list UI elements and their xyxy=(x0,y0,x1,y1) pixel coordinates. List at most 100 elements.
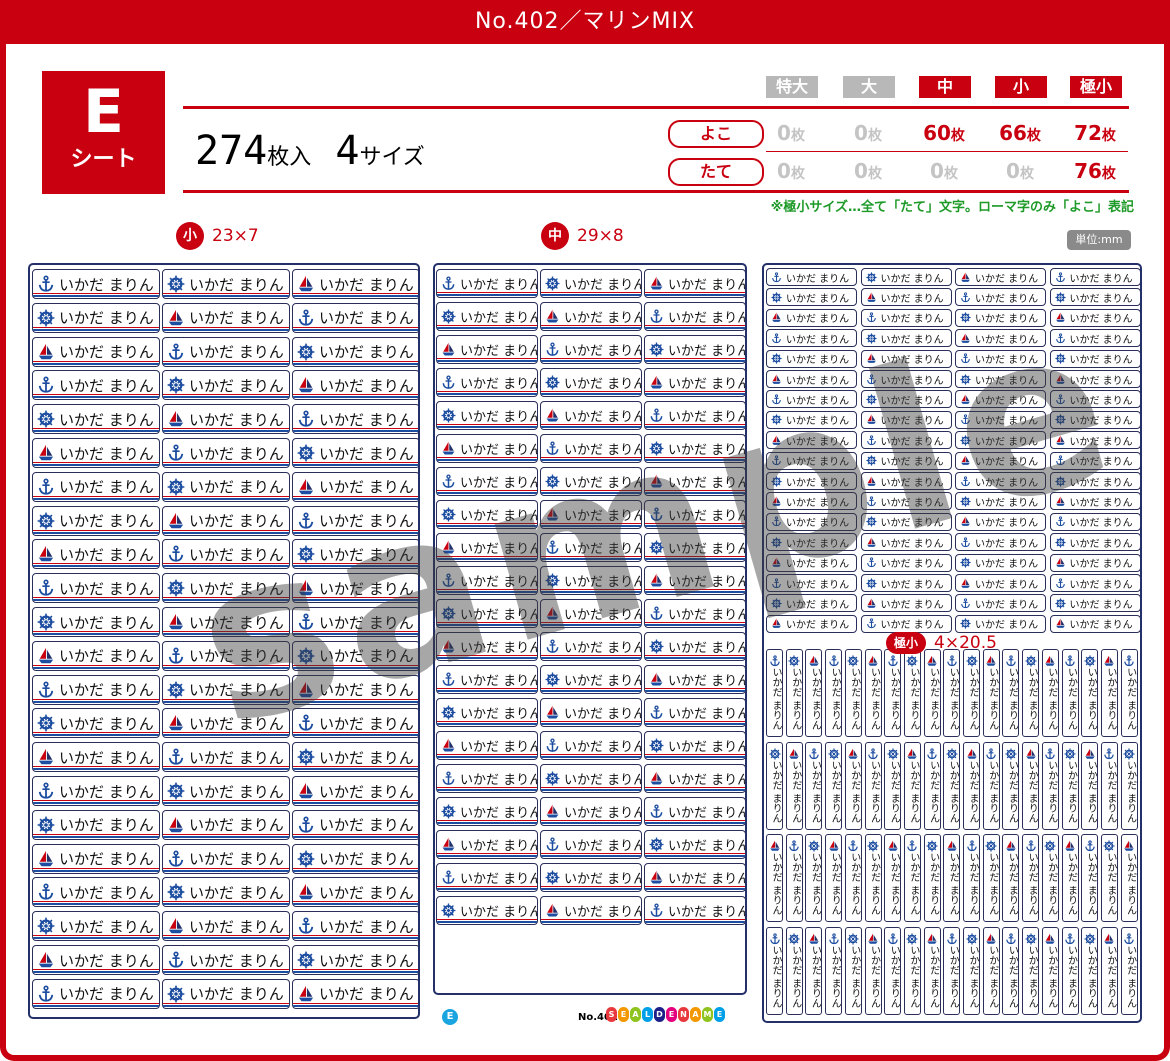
label-name-text: いかだ まりん xyxy=(319,410,414,429)
label-name-text: いかだ まりん xyxy=(975,273,1039,285)
anchor-icon xyxy=(295,917,317,935)
label-stripe-red xyxy=(541,292,641,293)
vertical-name-label: いかだ まりん xyxy=(785,741,803,830)
sailboat-icon xyxy=(647,474,666,489)
label-name-text: いかだ まりん xyxy=(668,278,746,293)
count-value: 0 xyxy=(854,159,868,183)
brand-logo-letter: N xyxy=(678,1007,689,1022)
anchor-icon xyxy=(769,271,784,283)
name-label: いかだ まりん xyxy=(860,329,952,348)
count-unit: 枚 xyxy=(867,166,882,182)
name-label: いかだ まりん xyxy=(766,492,857,511)
anchor-icon xyxy=(864,496,879,507)
label-stripe-red xyxy=(437,622,537,623)
label-stripe-red xyxy=(163,597,289,599)
name-label: いかだ まりん xyxy=(766,370,857,388)
label-name-text: いかだ まりん xyxy=(189,545,284,564)
ship-wheel-icon xyxy=(295,343,317,361)
count-unit: 枚入 xyxy=(267,145,312,170)
label-stripe-red xyxy=(293,563,418,565)
vertical-name-text: いかだ まりん xyxy=(927,944,939,1008)
sailboat-icon xyxy=(439,441,458,456)
name-label: いかだ まりん xyxy=(162,471,290,502)
name-label: いかだ まりん xyxy=(860,370,952,388)
sailboat-icon xyxy=(35,951,57,969)
label-stripe-red xyxy=(541,688,641,689)
label-name-text: いかだ まりん xyxy=(564,542,642,557)
anchor-icon xyxy=(769,394,784,405)
name-label: いかだ まりん xyxy=(162,269,290,299)
ship-wheel-icon xyxy=(647,540,666,555)
vertical-name-text: いかだ まりん xyxy=(829,667,841,731)
label-name-text: いかだ まりん xyxy=(786,620,850,632)
label-stripe xyxy=(33,666,159,669)
label-name-text: いかだ まりん xyxy=(1069,293,1133,305)
sailboat-icon xyxy=(439,738,458,753)
ship-wheel-icon xyxy=(439,606,458,621)
label-name-text: いかだ まりん xyxy=(319,613,414,632)
vertical-name-label: いかだ まりん xyxy=(1120,649,1138,737)
label-name-text: いかだ まりん xyxy=(319,748,414,767)
label-name-text: いかだ まりん xyxy=(564,872,642,887)
size-header-2: 中 xyxy=(919,76,971,98)
vertical-name-label: いかだ まりん xyxy=(844,649,862,737)
sailboat-icon xyxy=(165,512,187,530)
label-stripe-red xyxy=(293,326,418,328)
label-stripe-red xyxy=(645,556,745,557)
label-stripe-red xyxy=(163,732,289,734)
label-name-text: いかだ まりん xyxy=(189,309,284,328)
label-stripe-red xyxy=(293,293,418,294)
label-name-text: いかだ まりん xyxy=(786,457,850,469)
name-label: いかだ まりん xyxy=(1049,512,1140,531)
section-small-badge: 小 xyxy=(176,222,204,250)
name-label: いかだ まりん xyxy=(860,594,952,613)
vertical-name-text: いかだ まりん xyxy=(1045,852,1057,916)
name-label: いかだ まりん xyxy=(766,614,857,633)
label-stripe-red xyxy=(163,563,289,565)
label-name-text: いかだ まりん xyxy=(319,343,414,362)
vertical-name-text: いかだ まりん xyxy=(1104,852,1116,916)
label-name-text: いかだ まりん xyxy=(564,377,642,392)
label-stripe-red xyxy=(33,1002,159,1004)
label-name-text: いかだ まりん xyxy=(1069,579,1133,591)
name-label: いかだ まりん xyxy=(32,809,160,840)
vertical-name-text: いかだ まりん xyxy=(868,852,880,916)
sailboat-icon xyxy=(647,375,666,390)
label-name-text: いかだ まりん xyxy=(880,375,944,387)
sailboat-icon xyxy=(35,647,57,665)
anchor-icon xyxy=(165,748,187,766)
vertical-name-text: いかだ まりん xyxy=(1124,944,1136,1008)
vertical-name-text: いかだ まりん xyxy=(789,667,801,731)
ship-wheel-icon xyxy=(864,271,879,283)
count-cell-1-1: 0枚 xyxy=(833,159,903,183)
ship-wheel-icon xyxy=(165,681,187,699)
label-stripe xyxy=(33,768,159,771)
label-name-text: いかだ まりん xyxy=(975,416,1039,428)
name-label: いかだ まりん xyxy=(540,500,642,529)
sailboat-icon xyxy=(295,579,317,597)
ship-wheel-icon xyxy=(165,782,187,800)
label-stripe xyxy=(645,789,745,791)
count-unit: 枚 xyxy=(790,166,805,182)
label-name-text: いかだ まりん xyxy=(975,395,1039,407)
count-cell-1-4: 76枚 xyxy=(1060,159,1130,183)
vertical-name-text: いかだ まりん xyxy=(1085,667,1097,731)
anchor-icon xyxy=(439,474,458,489)
label-stripe xyxy=(163,1004,289,1007)
vertical-name-label: いかだ まりん xyxy=(766,649,783,737)
label-name-text: いかだ まりん xyxy=(564,476,642,491)
size-count-unit: サイズ xyxy=(359,145,425,170)
vertical-name-label: いかだ まりん xyxy=(766,926,783,1015)
label-stripe-red xyxy=(163,867,289,869)
label-name-text: いかだ まりん xyxy=(975,334,1039,346)
vertical-name-text: いかだ まりん xyxy=(888,667,900,731)
label-stripe xyxy=(437,327,537,329)
ship-wheel-icon xyxy=(35,512,57,530)
ship-wheel-icon xyxy=(769,598,784,609)
label-name-text: いかだ まりん xyxy=(460,443,538,458)
label-name-text: いかだ まりん xyxy=(460,905,538,920)
label-name-text: いかだ まりん xyxy=(668,740,746,755)
sailboat-icon xyxy=(647,771,666,786)
label-name-text: いかだ まりん xyxy=(460,707,538,722)
anchor-icon xyxy=(439,870,458,885)
